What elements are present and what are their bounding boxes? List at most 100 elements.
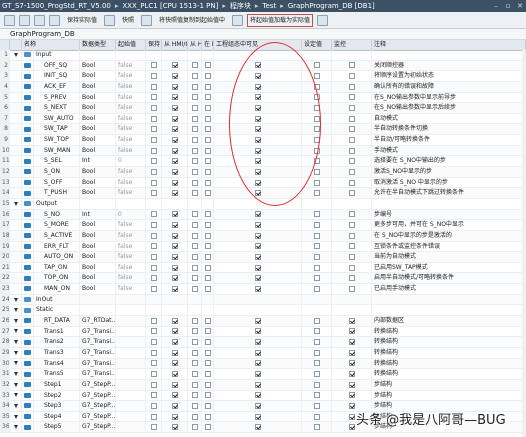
hmi-accessible-checkbox[interactable] xyxy=(171,211,178,218)
data-type[interactable]: Bool xyxy=(80,92,116,103)
supervision-checkbox[interactable] xyxy=(348,413,355,420)
engineering-visible-checkbox[interactable] xyxy=(254,317,261,324)
data-type[interactable]: Bool xyxy=(80,167,116,177)
setpoint-checkbox[interactable] xyxy=(313,243,320,250)
hmi-writable-checkbox[interactable] xyxy=(191,158,198,165)
hmi-accessible-checkbox[interactable] xyxy=(171,253,178,260)
retain-checkbox[interactable] xyxy=(150,285,157,292)
hmi-accessible-checkbox[interactable] xyxy=(171,339,178,346)
comment[interactable]: 启用半自动模式/可略转换条件 xyxy=(372,273,526,284)
setpoint-checkbox[interactable] xyxy=(313,339,320,346)
comment[interactable]: 当前为自动模式 xyxy=(372,252,526,262)
table-row[interactable]: 23 MAN_ON Bool false 已启用手动模式 xyxy=(0,284,526,295)
variable-name[interactable]: InOut xyxy=(34,294,80,305)
start-value[interactable]: false xyxy=(116,188,146,198)
data-type[interactable]: Bool xyxy=(80,262,116,273)
hmi-visible-checkbox[interactable] xyxy=(204,413,211,420)
table-row[interactable]: 30 Trans4 G7_Transi... 转换结构 xyxy=(0,358,526,370)
start-value[interactable]: false xyxy=(116,252,146,262)
data-type[interactable]: Int xyxy=(80,209,116,220)
table-row[interactable]: 7 SW_AUTO Bool false 自动模式 xyxy=(0,113,526,125)
data-type[interactable]: Bool xyxy=(80,71,116,81)
variable-name[interactable]: Trans3 xyxy=(34,347,80,358)
comment[interactable]: 已启用手动模式 xyxy=(372,284,526,294)
retain-checkbox[interactable] xyxy=(150,179,157,186)
setpoint-checkbox[interactable] xyxy=(313,253,320,260)
retain-checkbox[interactable] xyxy=(150,73,157,80)
start-value[interactable] xyxy=(116,337,146,347)
comment[interactable]: 转换结构 xyxy=(372,347,526,358)
hmi-visible-checkbox[interactable] xyxy=(204,275,211,282)
table-row[interactable]: 29 Trans3 G7_Transi... 转换结构 xyxy=(0,347,526,359)
setpoint-checkbox[interactable] xyxy=(313,115,320,122)
hmi-accessible-checkbox[interactable] xyxy=(171,317,178,324)
retain-checkbox[interactable] xyxy=(150,275,157,282)
start-value[interactable] xyxy=(116,401,146,411)
setpoint-checkbox[interactable] xyxy=(313,317,320,324)
comment[interactable]: 步结构 xyxy=(372,390,526,401)
data-type[interactable]: Bool xyxy=(80,113,116,124)
hmi-accessible-checkbox[interactable] xyxy=(171,232,178,239)
breadcrumb-db[interactable]: GraphProgram_DB [DB1] xyxy=(286,0,377,12)
variable-name[interactable]: Step3 xyxy=(34,401,80,411)
hmi-writable-checkbox[interactable] xyxy=(191,222,198,229)
retain-checkbox[interactable] xyxy=(150,126,157,133)
hmi-accessible-checkbox[interactable] xyxy=(171,94,178,101)
variable-name[interactable]: Step5 xyxy=(34,422,80,433)
engineering-visible-checkbox[interactable] xyxy=(254,94,261,101)
variable-name[interactable]: Trans5 xyxy=(34,369,80,379)
hmi-accessible-checkbox[interactable] xyxy=(171,83,178,90)
hmi-writable-checkbox[interactable] xyxy=(191,360,198,367)
start-value[interactable]: false xyxy=(116,262,146,273)
table-row[interactable]: 24 InOut xyxy=(0,294,526,306)
comment[interactable]: 步结构 xyxy=(372,379,526,390)
supervision-checkbox[interactable] xyxy=(348,232,355,239)
header-data-type[interactable]: 数据类型 xyxy=(80,40,116,50)
close-icon[interactable]: ✕ xyxy=(514,0,526,12)
data-type[interactable]: G7_Transi... xyxy=(80,358,116,369)
expand-toggle-icon[interactable] xyxy=(13,382,18,387)
setpoint-checkbox[interactable] xyxy=(313,94,320,101)
data-type[interactable]: Bool xyxy=(80,135,116,145)
supervision-checkbox[interactable] xyxy=(348,158,355,165)
variable-name[interactable]: INIT_SQ xyxy=(34,71,80,81)
start-value[interactable] xyxy=(116,198,146,209)
data-type[interactable]: G7_Transi... xyxy=(80,369,116,379)
hmi-accessible-checkbox[interactable] xyxy=(171,402,178,409)
comment[interactable]: 转换结构 xyxy=(372,326,526,337)
variable-name[interactable]: S_OFF xyxy=(34,177,80,188)
header-comment[interactable]: 注释 xyxy=(372,40,526,50)
engineering-visible-checkbox[interactable] xyxy=(254,371,261,378)
start-value[interactable]: false xyxy=(116,177,146,188)
supervision-checkbox[interactable] xyxy=(348,211,355,218)
hmi-visible-checkbox[interactable] xyxy=(204,339,211,346)
supervision-checkbox[interactable] xyxy=(348,222,355,229)
variable-name[interactable]: S_NEXT xyxy=(34,103,80,113)
supervision-checkbox[interactable] xyxy=(348,381,355,388)
retain-checkbox[interactable] xyxy=(150,339,157,346)
comment[interactable]: 互锁条件或监控条件错误 xyxy=(372,241,526,252)
start-value[interactable]: 0 xyxy=(116,156,146,167)
header-supervision[interactable]: 监控 xyxy=(332,40,372,50)
hmi-writable-checkbox[interactable] xyxy=(191,211,198,218)
start-value[interactable]: false xyxy=(116,92,146,103)
hmi-visible-checkbox[interactable] xyxy=(204,105,211,112)
supervision-checkbox[interactable] xyxy=(348,94,355,101)
engineering-visible-checkbox[interactable] xyxy=(254,73,261,80)
engineering-visible-checkbox[interactable] xyxy=(254,179,261,186)
hmi-visible-checkbox[interactable] xyxy=(204,158,211,165)
supervision-checkbox[interactable] xyxy=(348,147,355,154)
table-row[interactable]: 20 AUTO_ON Bool false 当前为自动模式 xyxy=(0,252,526,263)
engineering-visible-checkbox[interactable] xyxy=(254,424,261,431)
data-type[interactable]: Bool xyxy=(80,252,116,262)
retain-checkbox[interactable] xyxy=(150,232,157,239)
supervision-checkbox[interactable] xyxy=(348,126,355,133)
comment[interactable] xyxy=(372,50,526,60)
table-row[interactable]: 13 S_OFF Bool false 取消激活 S_NO 中显示的步 xyxy=(0,177,526,189)
data-type[interactable]: G7_Transi... xyxy=(80,347,116,358)
engineering-visible-checkbox[interactable] xyxy=(254,360,261,367)
table-row[interactable]: 26 RT_DATA G7_RTDat... 内部数据区 xyxy=(0,316,526,327)
variable-name[interactable]: S_ACTIVE xyxy=(34,230,80,241)
header-engineering-visible[interactable]: 工程组态中可见 xyxy=(214,40,302,50)
start-value[interactable]: false xyxy=(116,81,146,92)
